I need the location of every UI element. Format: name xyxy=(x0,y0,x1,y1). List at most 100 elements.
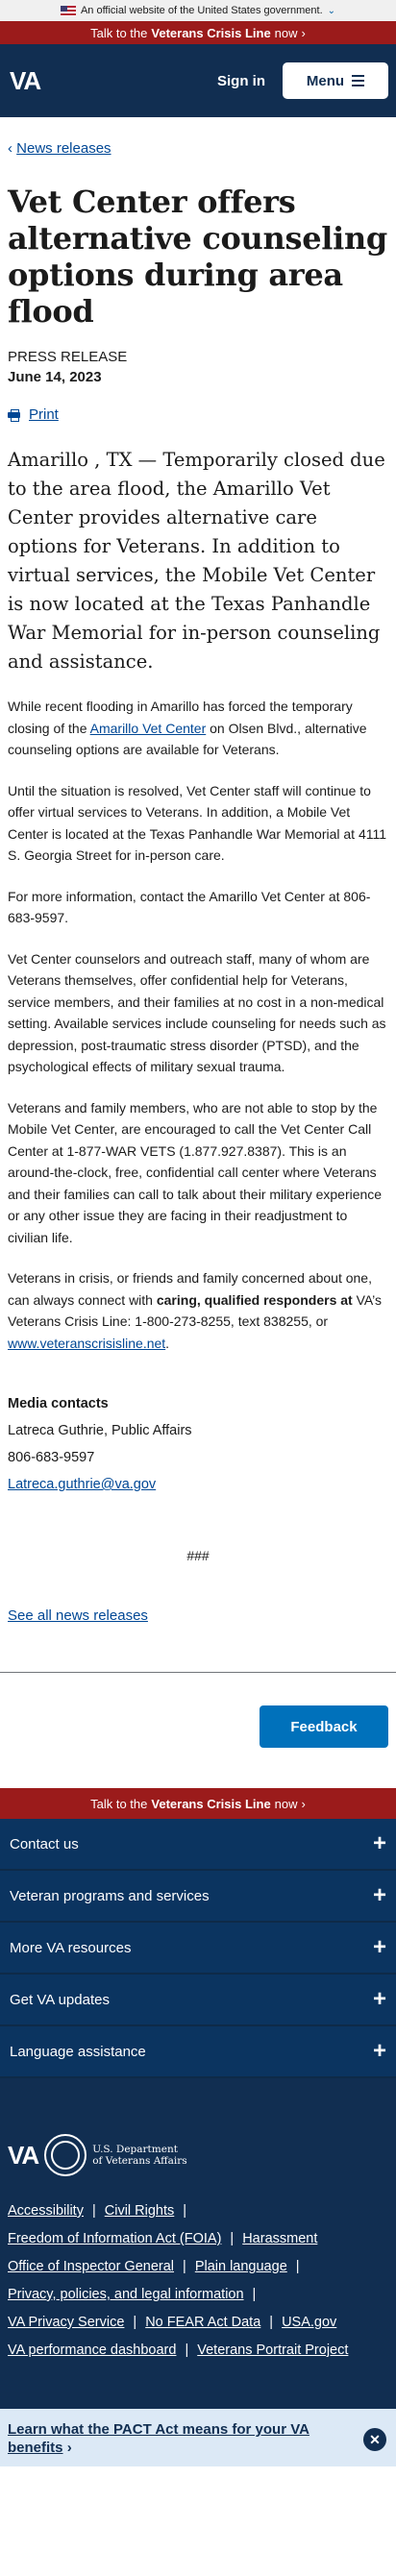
all-news-row: See all news releases xyxy=(8,1607,388,1624)
footer-item-contact-us[interactable]: Contact us + xyxy=(0,1819,396,1871)
contact-email-row: Latreca.guthrie@va.gov xyxy=(8,1477,388,1492)
feedback-area: Feedback xyxy=(0,1673,396,1788)
pact-act-link[interactable]: Learn what the PACT Act means for your V… xyxy=(8,2421,309,2456)
separator: | xyxy=(185,2343,189,2358)
footer-va-logo: VA xyxy=(8,2140,39,2170)
separator: | xyxy=(269,2315,274,2330)
p6-bold-text: caring, qualified responders at xyxy=(156,1291,353,1308)
usa-gov-link[interactable]: USA.gov xyxy=(282,2315,336,2330)
printer-icon xyxy=(8,409,20,422)
body-paragraph-2: Until the situation is resolved, Vet Cen… xyxy=(8,782,387,864)
footer-link-row: Office of Inspector General | Plain langu… xyxy=(8,2259,388,2274)
department-name: U.S. Department of Veterans Affairs xyxy=(92,2144,186,2167)
footer-link-row: Privacy, policies, and legal information… xyxy=(8,2287,388,2302)
news-releases-link[interactable]: News releases xyxy=(16,140,111,157)
breadcrumb: ‹ News releases xyxy=(8,140,388,157)
hamburger-icon xyxy=(352,75,365,86)
contact-email-link[interactable]: Latreca.guthrie@va.gov xyxy=(8,1477,156,1492)
close-banner-button[interactable]: ✕ xyxy=(363,2428,386,2451)
amarillo-vet-center-link[interactable]: Amarillo Vet Center xyxy=(90,721,207,736)
lead-paragraph: Amarillo , TX — Temporarily closed due t… xyxy=(8,449,385,673)
sign-in-button[interactable]: Sign in xyxy=(217,73,265,89)
separator: | xyxy=(133,2315,137,2330)
no-fear-link[interactable]: No FEAR Act Data xyxy=(145,2315,260,2330)
performance-dashboard-link[interactable]: VA performance dashboard xyxy=(8,2343,176,2358)
site-header: VA Sign in Menu xyxy=(0,44,396,117)
contact-phone: 806-683-9597 xyxy=(8,1450,95,1465)
footer-item-more-resources[interactable]: More VA resources + xyxy=(0,1923,396,1975)
close-icon: ✕ xyxy=(369,2431,381,2447)
end-mark: ### xyxy=(186,1548,210,1563)
dept-line-2: of Veterans Affairs xyxy=(92,2155,187,2167)
separator: | xyxy=(252,2287,257,2302)
footer-item-label: Language assistance xyxy=(10,2043,146,2060)
media-contacts-heading: Media contacts xyxy=(8,1396,109,1411)
feedback-button[interactable]: Feedback xyxy=(260,1705,388,1748)
page-title: Vet Center offers alternative counseling… xyxy=(8,184,388,330)
chevron-right-icon: › xyxy=(301,25,306,40)
chevron-right-icon: › xyxy=(301,1796,306,1811)
va-logo[interactable]: VA xyxy=(10,66,41,96)
main-content: ‹ News releases Vet Center offers altern… xyxy=(0,140,396,1624)
contact-name: Latreca Guthrie, Public Affairs xyxy=(8,1423,192,1438)
plain-language-link[interactable]: Plain language xyxy=(195,2259,287,2274)
plus-icon: + xyxy=(372,1882,386,1908)
footer-link-row: Accessibility | Civil Rights | xyxy=(8,2203,388,2219)
crisis-line-bar[interactable]: Talk to the Veterans Crisis Line now › xyxy=(0,21,396,44)
print-label[interactable]: Print xyxy=(29,406,59,423)
footer-item-veteran-programs[interactable]: Veteran programs and services + xyxy=(0,1871,396,1923)
crisis-strong: Veterans Crisis Line xyxy=(151,25,271,40)
footer-links: Accessibility | Civil Rights | Freedom of … xyxy=(8,2203,388,2358)
separator: | xyxy=(295,2259,300,2274)
footer-nav: Contact us + Veteran programs and servic… xyxy=(0,1819,396,2078)
privacy-service-link[interactable]: VA Privacy Service xyxy=(8,2315,124,2330)
portrait-project-link[interactable]: Veterans Portrait Project xyxy=(197,2343,348,2358)
print-button[interactable]: Print xyxy=(8,406,388,423)
crisis-prefix: Talk to the xyxy=(90,25,148,40)
civil-rights-link[interactable]: Civil Rights xyxy=(105,2203,175,2219)
official-gov-banner[interactable]: An official website of the United States… xyxy=(0,0,396,21)
us-flag-icon xyxy=(60,5,76,16)
privacy-link[interactable]: Privacy, policies, and legal information xyxy=(8,2287,244,2302)
separator: | xyxy=(183,2203,187,2219)
body-paragraph-4: Vet Center counselors and outreach staff… xyxy=(8,950,386,1075)
dept-line-1: U.S. Department xyxy=(92,2144,178,2155)
harassment-link[interactable]: Harassment xyxy=(242,2231,317,2246)
separator: | xyxy=(183,2259,186,2274)
p6-text-after: . xyxy=(165,1335,170,1351)
release-date: June 14, 2023 xyxy=(8,369,102,385)
footer-crisis-strong: Veterans Crisis Line xyxy=(151,1796,271,1811)
plus-icon: + xyxy=(372,1934,386,1960)
body-paragraph-1: While recent flooding in Amarillo has fo… xyxy=(8,696,388,761)
footer-item-get-updates[interactable]: Get VA updates + xyxy=(0,1975,396,2026)
footer-logos[interactable]: VA U.S. Department of Veterans Affairs xyxy=(8,2134,388,2176)
separator: | xyxy=(91,2203,96,2219)
chevron-down-icon: ⌄ xyxy=(327,5,336,16)
see-all-news-link[interactable]: See all news releases xyxy=(8,1607,148,1624)
footer-item-language-assistance[interactable]: Language assistance + xyxy=(0,2026,396,2078)
body-paragraph-5: Veterans and family members, who are not… xyxy=(8,1099,383,1245)
oig-link[interactable]: Office of Inspector General xyxy=(8,2259,174,2274)
footer-item-label: Veteran programs and services xyxy=(10,1887,210,1904)
crisis-suffix: now xyxy=(274,25,298,40)
footer-item-label: More VA resources xyxy=(10,1939,132,1956)
footer-crisis-suffix: now xyxy=(274,1796,298,1811)
accessibility-link[interactable]: Accessibility xyxy=(8,2203,84,2219)
crisis-line-link[interactable]: www.veteranscrisisline.net xyxy=(8,1336,165,1351)
body-paragraph-3: For more information, contact the Amaril… xyxy=(8,888,371,926)
plus-icon: + xyxy=(372,1986,386,2012)
foia-link[interactable]: Freedom of Information Act (FOIA) xyxy=(8,2231,221,2246)
footer-link-row: Freedom of Information Act (FOIA) | Haras… xyxy=(8,2231,388,2246)
va-seal-icon xyxy=(44,2134,87,2176)
menu-button[interactable]: Menu xyxy=(283,62,388,99)
footer-item-label: Contact us xyxy=(10,1835,79,1852)
menu-label: Menu xyxy=(306,72,345,89)
footer-crisis-prefix: Talk to the xyxy=(90,1796,148,1811)
press-release-label: PRESS RELEASE xyxy=(8,349,128,365)
body-paragraph-6: Veterans in crisis, or friends and famil… xyxy=(8,1267,388,1354)
chevron-left-icon: ‹ xyxy=(8,140,12,157)
header-actions: Sign in Menu xyxy=(217,62,388,99)
plus-icon: + xyxy=(372,1830,386,1856)
footer-crisis-line-bar[interactable]: Talk to the Veterans Crisis Line now › xyxy=(0,1788,396,1819)
chevron-right-icon: › xyxy=(66,2440,72,2456)
